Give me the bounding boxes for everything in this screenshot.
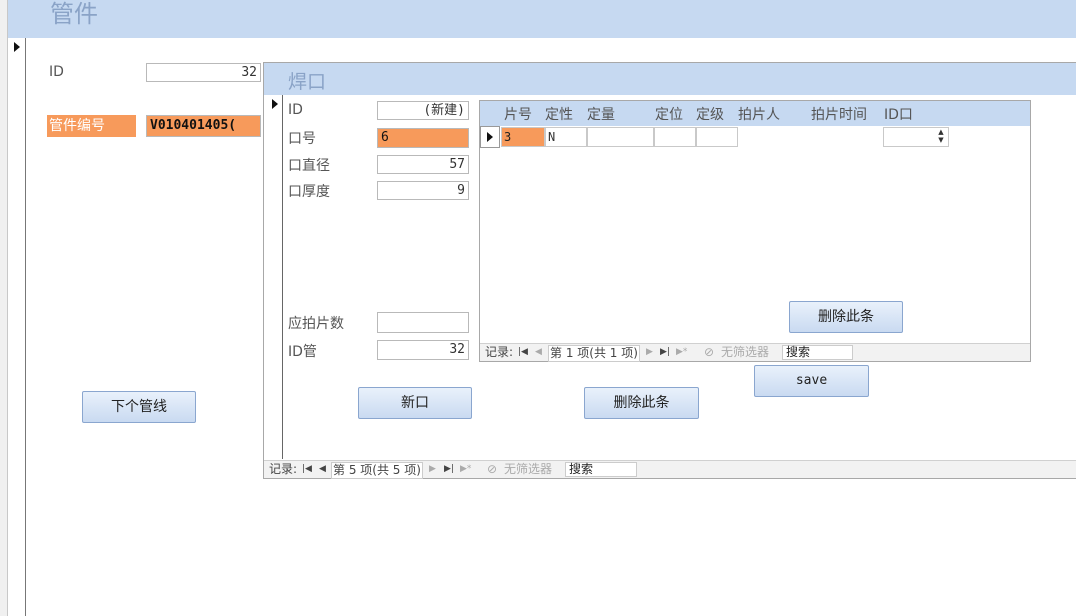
film-nav-prev-icon[interactable]: ◀ (535, 344, 542, 361)
col-quantity[interactable]: 定量 (587, 104, 615, 124)
weld-nav-first-icon[interactable]: |◀ (302, 461, 312, 478)
film-nav-last-icon[interactable]: ▶| (660, 344, 670, 361)
delete-weld-button[interactable]: 删除此条 (584, 387, 699, 419)
col-film-no[interactable]: 片号 (504, 104, 532, 124)
id-pipe-label: ID管 (288, 344, 317, 360)
col-quality[interactable]: 定性 (545, 104, 573, 124)
col-position[interactable]: 定位 (655, 104, 683, 124)
weld-diameter-field[interactable]: 57 (377, 155, 469, 174)
grade-cell[interactable] (696, 127, 738, 147)
weld-nav-last-icon[interactable]: ▶| (444, 461, 454, 478)
weld-title: 焊口 (288, 71, 327, 93)
code-label: 管件编号 (47, 115, 136, 137)
film-nav-filter[interactable]: 无筛选器 (721, 344, 769, 361)
id-pipe-field[interactable]: 32 (377, 340, 469, 360)
delete-film-button[interactable]: 删除此条 (789, 301, 903, 333)
id-label: ID (49, 64, 64, 80)
film-no-cell[interactable]: 3 (501, 127, 545, 147)
weld-nav-bar: 记录: |◀ ◀ 第 5 项(共 5 项) ▶ ▶| ▶* ⊘ 无筛选器 搜索 (264, 460, 1076, 479)
film-nav-next-icon[interactable]: ▶ (646, 344, 653, 361)
next-pipeline-button[interactable]: 下个管线 (82, 391, 196, 423)
weld-id-field[interactable]: (新建) (377, 101, 469, 120)
col-id-weld[interactable]: ID口 (884, 104, 913, 124)
main-record-selector[interactable] (8, 38, 26, 616)
films-count-field[interactable] (377, 312, 469, 333)
weld-nav-search[interactable]: 搜索 (565, 462, 637, 477)
film-nav-record-label: 记录: (485, 345, 514, 359)
weld-nav-filter[interactable]: 无筛选器 (504, 461, 552, 478)
form-title: 管件 (50, 0, 98, 28)
weld-id-label: ID (288, 102, 303, 118)
weld-nav-position[interactable]: 第 5 项(共 5 项) (331, 462, 423, 479)
form-header: 管件 (8, 0, 1076, 38)
spinner-down-icon[interactable]: ▼ (934, 136, 948, 144)
films-count-label: 应拍片数 (288, 316, 344, 332)
left-border-strip (0, 0, 8, 616)
code-field[interactable]: V010401405( (146, 115, 261, 137)
film-nav-bar: 记录: |◀ ◀ 第 1 项(共 1 项) ▶ ▶| ▶* ⊘ 无筛选器 搜索 (480, 343, 1030, 362)
weld-nav-new-icon[interactable]: ▶* (460, 461, 471, 478)
current-record-arrow-icon (14, 42, 20, 52)
weld-diameter-label: 口直径 (288, 158, 330, 174)
col-grade[interactable]: 定级 (696, 104, 724, 124)
weld-header: 焊口 (264, 63, 1076, 95)
weld-nav-prev-icon[interactable]: ◀ (319, 461, 326, 478)
weld-nav-next-icon[interactable]: ▶ (429, 461, 436, 478)
quality-cell[interactable]: N (545, 127, 587, 147)
weld-nav-record-label: 记录: (269, 462, 298, 476)
film-nav-position[interactable]: 第 1 项(共 1 项) (548, 345, 640, 362)
film-filter-icon: ⊘ (704, 345, 715, 359)
col-shooter[interactable]: 拍片人 (738, 104, 780, 124)
id-field[interactable]: 32 (146, 63, 261, 82)
weld-thickness-field[interactable]: 9 (377, 181, 469, 200)
current-weld-arrow-icon (272, 99, 278, 109)
weld-filter-icon: ⊘ (487, 462, 498, 476)
new-weld-button[interactable]: 新口 (358, 387, 472, 419)
weld-thickness-label: 口厚度 (288, 184, 330, 200)
spinner-up-icon[interactable]: ▲ (934, 128, 948, 136)
col-time[interactable]: 拍片时间 (811, 104, 867, 124)
film-nav-search[interactable]: 搜索 (782, 345, 853, 360)
film-header-row: 片号 定性 定量 定位 定级 拍片人 拍片时间 ID口 (480, 101, 1030, 126)
quantity-cell[interactable] (587, 127, 654, 147)
weld-no-field[interactable]: 6 (377, 128, 469, 148)
current-film-arrow-icon (487, 132, 493, 142)
id-weld-spinner[interactable]: ▲ ▼ (934, 128, 948, 146)
weld-record-selector[interactable] (264, 95, 283, 459)
weld-no-label: 口号 (288, 131, 316, 147)
film-row-selector[interactable] (480, 126, 500, 148)
position-cell[interactable] (654, 127, 696, 147)
film-nav-first-icon[interactable]: |◀ (518, 344, 528, 361)
film-nav-new-icon[interactable]: ▶* (676, 344, 687, 361)
save-button[interactable]: save (754, 365, 869, 397)
